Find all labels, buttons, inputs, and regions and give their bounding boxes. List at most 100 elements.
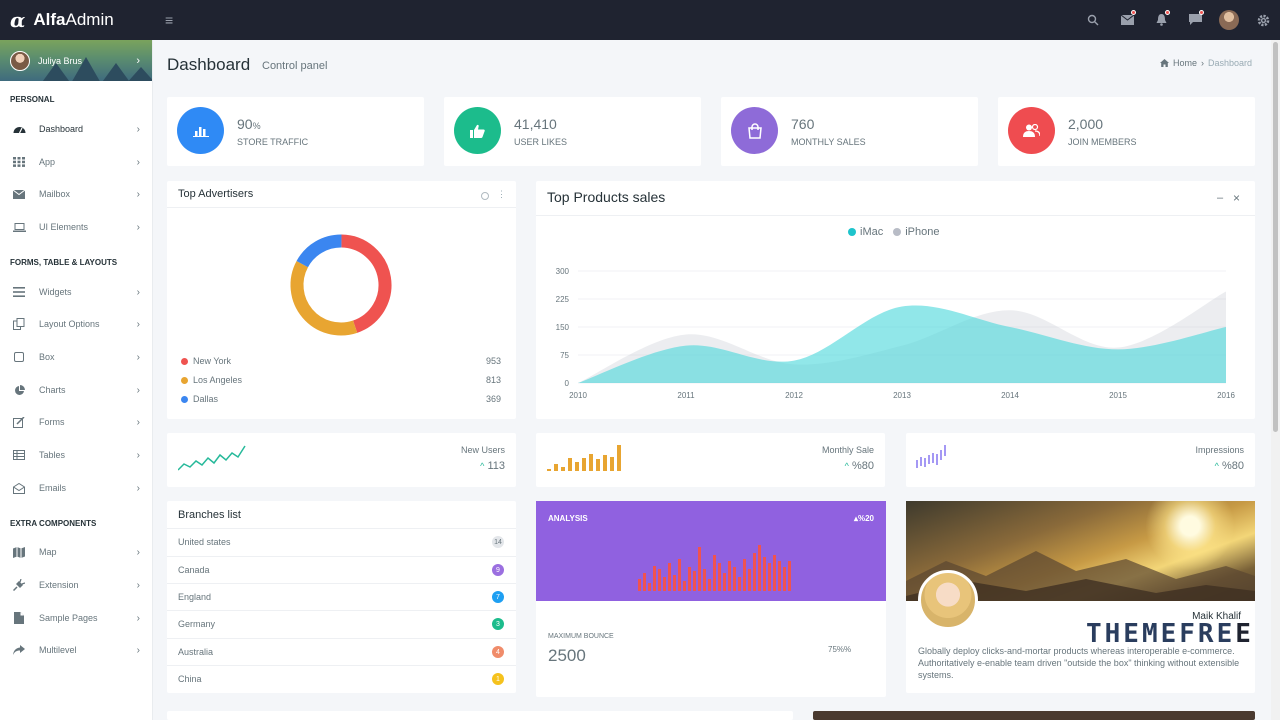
branch-name: United states bbox=[178, 537, 231, 547]
sales-area-chart: 0 75 150 225 300 2010 2011 2012 2013 2014 2015 2016 bbox=[556, 267, 1236, 400]
list-item[interactable]: Australia 4 bbox=[167, 638, 516, 665]
sidebar-item-widgets[interactable]: Widgets › bbox=[0, 277, 153, 307]
legend-item: iPhone bbox=[893, 226, 940, 238]
bottom-image-card-partial bbox=[813, 711, 1255, 720]
sidebar-item-charts[interactable]: Charts › bbox=[0, 375, 153, 405]
sidebar-item-ui-elements[interactable]: UI Elements › bbox=[0, 212, 153, 242]
sidebar-item-tables[interactable]: Tables › bbox=[0, 440, 153, 470]
chat-notification-dot bbox=[1199, 10, 1204, 15]
sidebar-item-label: Multilevel bbox=[39, 645, 77, 655]
sidebar-item-box[interactable]: Box › bbox=[0, 342, 153, 372]
top-products-sales-card: Top Products sales – × iMac iPhone 0 75 15… bbox=[536, 181, 1255, 419]
sidebar-item-label: Forms bbox=[39, 417, 65, 427]
legend-dot bbox=[893, 228, 902, 236]
count-badge: 4 bbox=[492, 646, 504, 658]
page-title: Dashboard bbox=[167, 55, 251, 74]
sidebar-item-map[interactable]: Map › bbox=[0, 537, 153, 567]
list-item[interactable]: Germany 3 bbox=[167, 610, 516, 637]
count-badge: 14 bbox=[492, 536, 504, 548]
stat-card-join-members: 2,000 JOIN MEMBERS bbox=[998, 97, 1255, 166]
sidebar-item-sample-pages[interactable]: Sample Pages › bbox=[0, 603, 153, 633]
legend-item: iMac bbox=[848, 226, 883, 238]
file-icon bbox=[12, 612, 26, 624]
sidebar-item-forms[interactable]: Forms › bbox=[0, 407, 153, 437]
chevron-right-icon: › bbox=[136, 221, 140, 233]
sidebar-item-app[interactable]: App › bbox=[0, 147, 153, 177]
chevron-right-icon: › bbox=[136, 351, 140, 363]
list-item[interactable]: Canada 9 bbox=[167, 556, 516, 583]
refresh-icon[interactable] bbox=[481, 192, 489, 200]
scrollbar-thumb[interactable] bbox=[1273, 42, 1278, 432]
dashboard-icon bbox=[12, 123, 26, 135]
mini-stat-monthly-sale: Monthly Sale ^ %80 bbox=[536, 433, 885, 487]
bar-chart-icon bbox=[177, 107, 224, 154]
sidebar-item-label: Layout Options bbox=[39, 319, 100, 329]
mini-stat-label: Impressions bbox=[1195, 445, 1244, 455]
stat-value: 90% bbox=[237, 116, 261, 132]
avatar bbox=[10, 50, 30, 71]
grid-icon bbox=[12, 156, 26, 168]
sidebar-item-layout-options[interactable]: Layout Options › bbox=[0, 309, 153, 339]
sidebar-item-label: Mailbox bbox=[39, 189, 71, 199]
avatar bbox=[1219, 10, 1239, 30]
more-vertical-icon[interactable]: ⋮ bbox=[497, 189, 506, 200]
x-tick-label: 2013 bbox=[893, 391, 911, 400]
advertiser-name: Los Angeles bbox=[193, 375, 243, 385]
sidebar-item-label: Widgets bbox=[39, 287, 72, 297]
menu-toggle-icon[interactable]: ≡ bbox=[165, 12, 173, 28]
sidebar-item-label: Tables bbox=[39, 450, 66, 460]
sidebar-user-name: Juliya Brus bbox=[38, 55, 83, 66]
mail-icon[interactable] bbox=[1110, 0, 1144, 40]
mini-stat-value: ^ 113 bbox=[480, 460, 505, 472]
page-subtitle: Control panel bbox=[262, 60, 328, 72]
legend-label: iPhone bbox=[905, 226, 940, 238]
bounce-label: MAXIMUM BOUNCE bbox=[548, 633, 614, 640]
divider bbox=[536, 215, 1255, 216]
stat-label: MONTHLY SALES bbox=[791, 137, 866, 147]
alpha-logo-icon: α bbox=[10, 8, 26, 32]
chat-icon[interactable] bbox=[1178, 0, 1212, 40]
advertiser-name: New York bbox=[193, 356, 232, 366]
mini-stat-label: Monthly Sale bbox=[821, 445, 874, 455]
bell-icon[interactable] bbox=[1144, 0, 1178, 40]
branch-name: Australia bbox=[178, 647, 214, 657]
chevron-right-icon: › bbox=[136, 416, 140, 428]
top-advertisers-card: Top Advertisers ⋮ New York 953 Los Angel… bbox=[167, 181, 516, 419]
stat-card-store-traffic: 90% STORE TRAFFIC bbox=[167, 97, 424, 166]
minimize-button[interactable]: – bbox=[1217, 192, 1223, 204]
breadcrumb-current: Dashboard bbox=[1207, 58, 1252, 68]
y-tick-label: 0 bbox=[565, 379, 570, 388]
branch-name: China bbox=[178, 674, 202, 684]
advertiser-value: 953 bbox=[485, 356, 501, 366]
sidebar-item-emails[interactable]: Emails › bbox=[0, 473, 153, 503]
list-item: Los Angeles 813 bbox=[181, 375, 501, 385]
breadcrumb-home-link[interactable]: Home bbox=[1173, 58, 1197, 68]
branches-list-card: Branches list United states 14 Canada 9 En… bbox=[167, 501, 516, 693]
legend-label: iMac bbox=[860, 226, 884, 238]
list-item[interactable]: England 7 bbox=[167, 583, 516, 610]
branch-name: England bbox=[178, 592, 212, 602]
shopping-bag-icon bbox=[731, 107, 778, 154]
advertisers-donut-chart bbox=[290, 234, 392, 336]
user-avatar-button[interactable] bbox=[1212, 0, 1246, 40]
square-icon bbox=[12, 351, 26, 363]
list-item[interactable]: United states 14 bbox=[167, 528, 516, 555]
brand-name: AlfaAdmin bbox=[33, 10, 114, 29]
sidebar-item-dashboard[interactable]: Dashboard › bbox=[0, 114, 153, 144]
brand-logo[interactable]: α AlfaAdmin bbox=[0, 0, 153, 40]
sidebar-item-mailbox[interactable]: Mailbox › bbox=[0, 179, 153, 209]
list-item[interactable]: China 1 bbox=[167, 665, 516, 692]
card-title: Branches list bbox=[178, 509, 241, 521]
chevron-right-icon: › bbox=[136, 156, 140, 168]
avatar bbox=[918, 570, 978, 630]
chevron-right-icon: › bbox=[136, 546, 140, 558]
gear-icon[interactable] bbox=[1246, 0, 1280, 40]
sidebar-item-extension[interactable]: Extension › bbox=[0, 570, 153, 600]
close-button[interactable]: × bbox=[1233, 191, 1240, 205]
search-icon[interactable] bbox=[1076, 0, 1110, 40]
sidebar-item-label: Box bbox=[39, 352, 55, 362]
sidebar-item-multilevel[interactable]: Multilevel › bbox=[0, 635, 153, 665]
card-title: Top Advertisers bbox=[178, 188, 254, 200]
sidebar-user-profile[interactable]: Juliya Brus › bbox=[0, 40, 152, 81]
page-scrollbar[interactable] bbox=[1271, 40, 1280, 720]
